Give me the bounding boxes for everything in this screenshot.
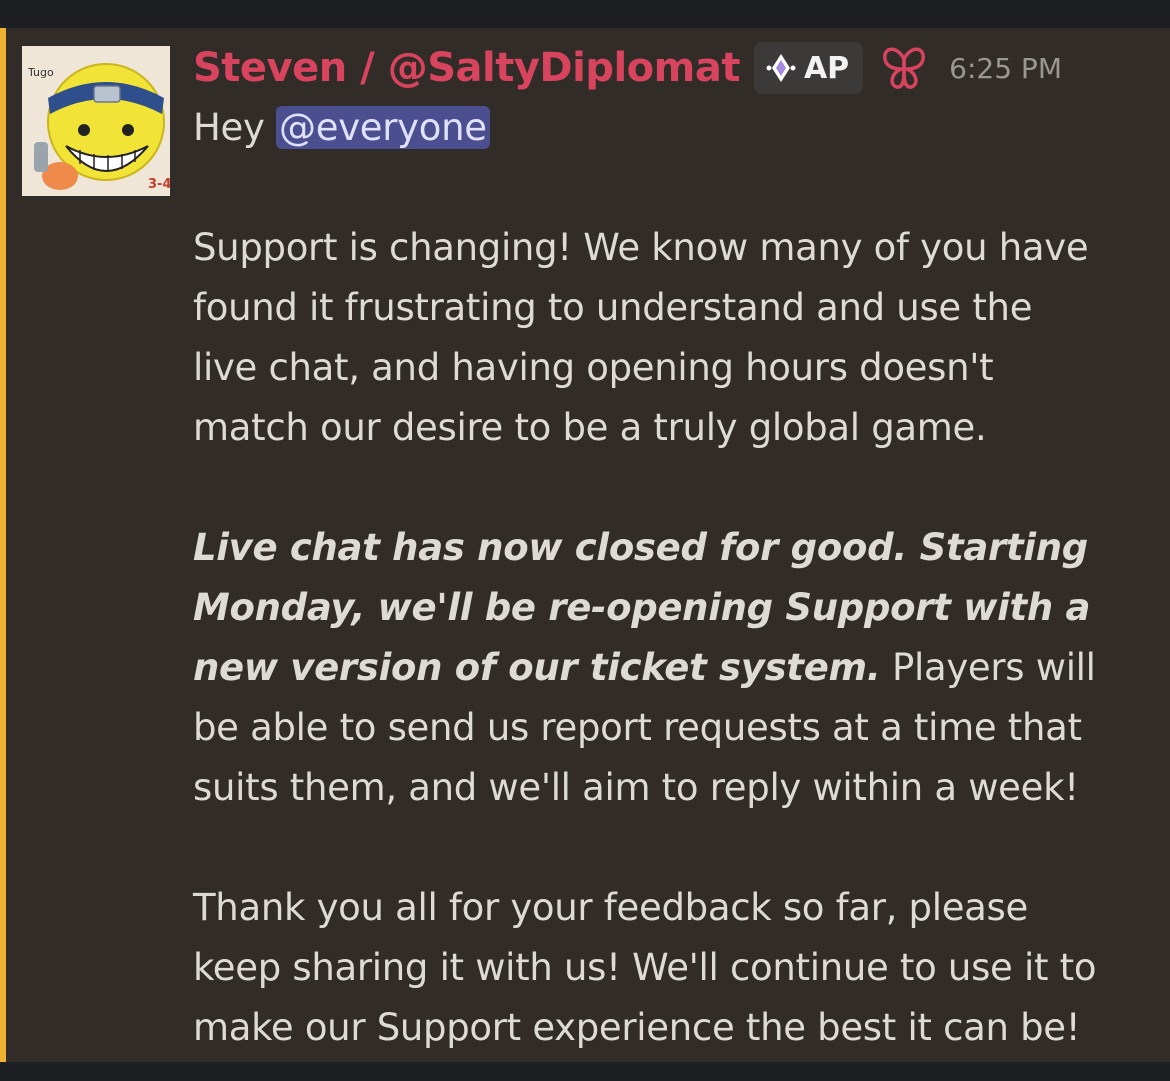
message[interactable]: 3-4 Tugo Steven / @SaltyDiplomat AP 6:25… <box>0 28 1170 1062</box>
username[interactable]: Steven / @SaltyDiplomat <box>193 45 740 91</box>
paragraph-line: found it frustrating to understand and u… <box>193 286 1033 329</box>
mention-highlight-bar <box>0 28 6 1062</box>
paragraph-line: suits them, and we'll aim to reply withi… <box>193 766 1079 809</box>
server-tag-label: AP <box>803 50 850 86</box>
timestamp: 6:25 PM <box>949 51 1062 85</box>
everyone-mention[interactable]: @everyone <box>276 106 490 149</box>
message-content: Hey @everyone Support is changing! We kn… <box>193 98 1153 1058</box>
paragraph-line: make our Support experience the best it … <box>193 1006 1081 1049</box>
diamond-sparkle-icon <box>766 54 796 82</box>
mixed-line: new version of our ticket system. Player… <box>193 638 1153 698</box>
server-tag[interactable]: AP <box>753 42 864 94</box>
bottom-bar <box>0 1062 1170 1081</box>
svg-text:3-4: 3-4 <box>148 177 170 192</box>
greeting-line: Hey @everyone <box>193 98 1153 158</box>
message-header: Steven / @SaltyDiplomat AP 6:25 PM <box>193 38 1062 98</box>
paragraph-line: be able to send us report requests at a … <box>193 706 1082 749</box>
bold-italic-line: Live chat has now closed for good. Start… <box>193 526 1088 569</box>
paragraph-line: match our desire to be a truly global ga… <box>193 406 987 449</box>
top-bar <box>0 0 1170 28</box>
paragraph-line: keep sharing it with us! We'll continue … <box>193 946 1097 989</box>
paragraph-line: Support is changing! We know many of you… <box>193 226 1089 269</box>
user-avatar[interactable]: 3-4 Tugo <box>22 46 170 196</box>
paragraph-line: live chat, and having opening hours does… <box>193 346 994 389</box>
greeting-text: Hey <box>193 106 277 149</box>
svg-text:Tugo: Tugo <box>27 66 54 79</box>
bold-italic-line: Monday, we'll be re-opening Support with… <box>193 586 1091 629</box>
bold-italic-text: new version of our ticket system. <box>193 646 881 689</box>
butterfly-icon <box>883 47 925 89</box>
paragraph-line: Thank you all for your feedback so far, … <box>193 886 1028 929</box>
plain-text: Players will <box>880 646 1096 689</box>
